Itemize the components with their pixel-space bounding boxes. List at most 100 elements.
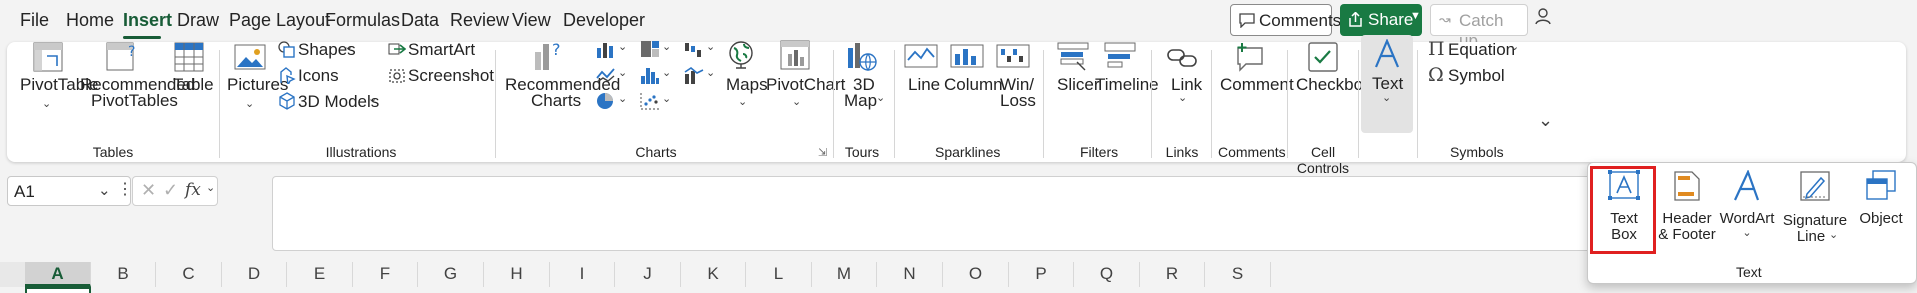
comments-button[interactable]: Comments	[1230, 4, 1341, 36]
maps-button[interactable]: Maps ⌄	[722, 40, 768, 120]
column-header-b[interactable]: B	[91, 262, 156, 287]
sparkline-column-button[interactable]: Column	[944, 40, 1003, 120]
column-header-l[interactable]: L	[746, 262, 812, 287]
line-chart-button[interactable]: ⌄	[596, 66, 630, 86]
smartart-button[interactable]: SmartArt	[388, 40, 475, 60]
3d-map-button[interactable]: 3D Map ⌄	[840, 40, 885, 120]
column-header-i[interactable]: I	[550, 262, 615, 287]
checkbox-button[interactable]: Checkbox	[1294, 40, 1372, 120]
object-label: Object	[1859, 210, 1903, 227]
recommended-charts-button[interactable]: ? Recommended Charts	[505, 40, 620, 120]
tab-data[interactable]: Data	[401, 10, 439, 31]
function-dropdown-icon[interactable]: ⌄	[206, 181, 215, 194]
enter-icon[interactable]: ✓	[163, 180, 178, 201]
shapes-button[interactable]: Shapes ⌄	[278, 40, 358, 60]
icons-button[interactable]: Icons	[278, 66, 339, 86]
catch-up-button[interactable]: ↝ Catch up	[1430, 4, 1528, 50]
link-button[interactable]: Link ⌄	[1160, 40, 1204, 120]
header-footer-label2: & Footer	[1658, 226, 1716, 243]
tab-developer[interactable]: Developer	[563, 10, 645, 31]
object-button[interactable]: Object	[1853, 170, 1909, 252]
column-header-j[interactable]: J	[615, 262, 681, 287]
combo-chart-button[interactable]: ⌄	[684, 66, 718, 86]
cancel-icon[interactable]: ✕	[141, 180, 156, 201]
slicer-button[interactable]: Slicer	[1053, 40, 1100, 120]
column-header-a[interactable]: A	[25, 262, 91, 287]
active-cell[interactable]	[25, 287, 91, 293]
tab-insert[interactable]: Insert	[123, 10, 172, 31]
statistic-chart-button[interactable]: ⌄	[640, 66, 674, 86]
timeline-button[interactable]: Timeline	[1095, 40, 1159, 120]
symbol-button[interactable]: Ω Symbol	[1428, 64, 1505, 86]
header-footer-button[interactable]: Header & Footer	[1657, 170, 1717, 252]
column-header-h[interactable]: H	[484, 262, 550, 287]
column-header-e[interactable]: E	[287, 262, 353, 287]
equation-label: Equation	[1448, 40, 1516, 59]
wordart-button[interactable]: WordArt ⌄	[1717, 170, 1777, 252]
hierarchy-chart-button[interactable]: ⌄	[640, 40, 674, 60]
column-header-g[interactable]: G	[418, 262, 484, 287]
column-header-k[interactable]: K	[681, 262, 746, 287]
column-header-o[interactable]: O	[943, 262, 1009, 287]
screenshot-button[interactable]: Screenshot ⌄	[388, 66, 494, 86]
scatter-chart-button[interactable]: ⌄	[640, 92, 674, 112]
pivotchart-button[interactable]: PivotChart ⌄	[764, 40, 845, 120]
new-comment-button[interactable]: Comment	[1220, 40, 1294, 120]
column-header-r[interactable]: R	[1140, 262, 1205, 287]
more-options-icon[interactable]: ⋮	[117, 179, 133, 199]
column-header-q[interactable]: Q	[1074, 262, 1140, 287]
tab-draw[interactable]: Draw	[177, 10, 219, 31]
combo-chart-icon	[684, 67, 704, 84]
column-header-c[interactable]: C	[156, 262, 222, 287]
pie-chart-button[interactable]: ⌄	[596, 92, 630, 112]
screenshot-icon	[389, 69, 405, 83]
name-box-dropdown-icon[interactable]: ⌄	[98, 181, 111, 199]
column-header-s[interactable]: S	[1205, 262, 1271, 287]
recommended-pivottables-button[interactable]: ? Recommended PivotTables	[80, 42, 195, 122]
insert-function-icon[interactable]: fx	[185, 180, 201, 200]
3d-models-button[interactable]: 3D Models ⌄	[278, 92, 379, 112]
equation-dropdown-icon: ⌄	[1510, 41, 1520, 53]
signature-line-icon	[1800, 171, 1830, 201]
separator	[894, 50, 895, 158]
icons-icon	[280, 67, 296, 84]
share-button[interactable]: Share ▼	[1340, 4, 1422, 36]
equation-button[interactable]: Π Equation ⌄	[1428, 38, 1520, 60]
person-icon[interactable]	[1534, 7, 1552, 25]
signature-line-button[interactable]: Signature Line ⌄	[1779, 170, 1851, 252]
column-header-n[interactable]: N	[877, 262, 943, 287]
text-menu-button[interactable]: Text ⌄	[1361, 35, 1413, 133]
table-button[interactable]: Table	[168, 42, 214, 122]
waterfall-chart-button[interactable]: ⌄	[684, 40, 718, 60]
column-header-d[interactable]: D	[222, 262, 287, 287]
pi-icon: Π	[1428, 38, 1445, 60]
dialog-launcher-icon[interactable]: ⇲	[818, 146, 827, 159]
link-dropdown-icon: ⌄	[1178, 92, 1188, 104]
collapse-ribbon-icon[interactable]: ⌄	[1538, 110, 1553, 131]
column-header-m[interactable]: M	[812, 262, 877, 287]
sparkline-line-button[interactable]: Line	[904, 40, 940, 120]
tab-view[interactable]: View	[512, 10, 551, 31]
tab-page-layout[interactable]: Page Layout	[229, 10, 330, 31]
group-label-tables: Tables	[92, 144, 134, 160]
pivottable-button[interactable]: PivotTable ⌄	[14, 42, 98, 122]
tab-review[interactable]: Review	[450, 10, 509, 31]
tab-formulas[interactable]: Formulas	[325, 10, 400, 31]
group-label-filters: Filters	[1080, 144, 1119, 160]
timeline-label: Timeline	[1095, 75, 1159, 94]
pictures-button[interactable]: Pictures ⌄	[226, 42, 288, 122]
sparkline-line-label: Line	[908, 75, 941, 94]
catch-up-icon: ↝	[1439, 11, 1451, 27]
waterfall-chart-icon	[685, 43, 701, 57]
pivotchart-dropdown-icon: ⌄	[792, 96, 802, 108]
share-dropdown-icon[interactable]: ▼	[1410, 10, 1421, 22]
tab-file[interactable]: File	[20, 10, 49, 31]
select-all-corner[interactable]	[0, 262, 25, 287]
column-chart-button[interactable]: ⌄	[596, 40, 630, 60]
name-box[interactable]: A1 ⌄	[7, 176, 131, 206]
column-header-p[interactable]: P	[1009, 262, 1074, 287]
sparkline-winloss-button[interactable]: Win/ Loss	[996, 40, 1036, 120]
column-header-f[interactable]: F	[353, 262, 418, 287]
tab-home[interactable]: Home	[66, 10, 114, 31]
header-footer-icon	[1674, 171, 1700, 201]
